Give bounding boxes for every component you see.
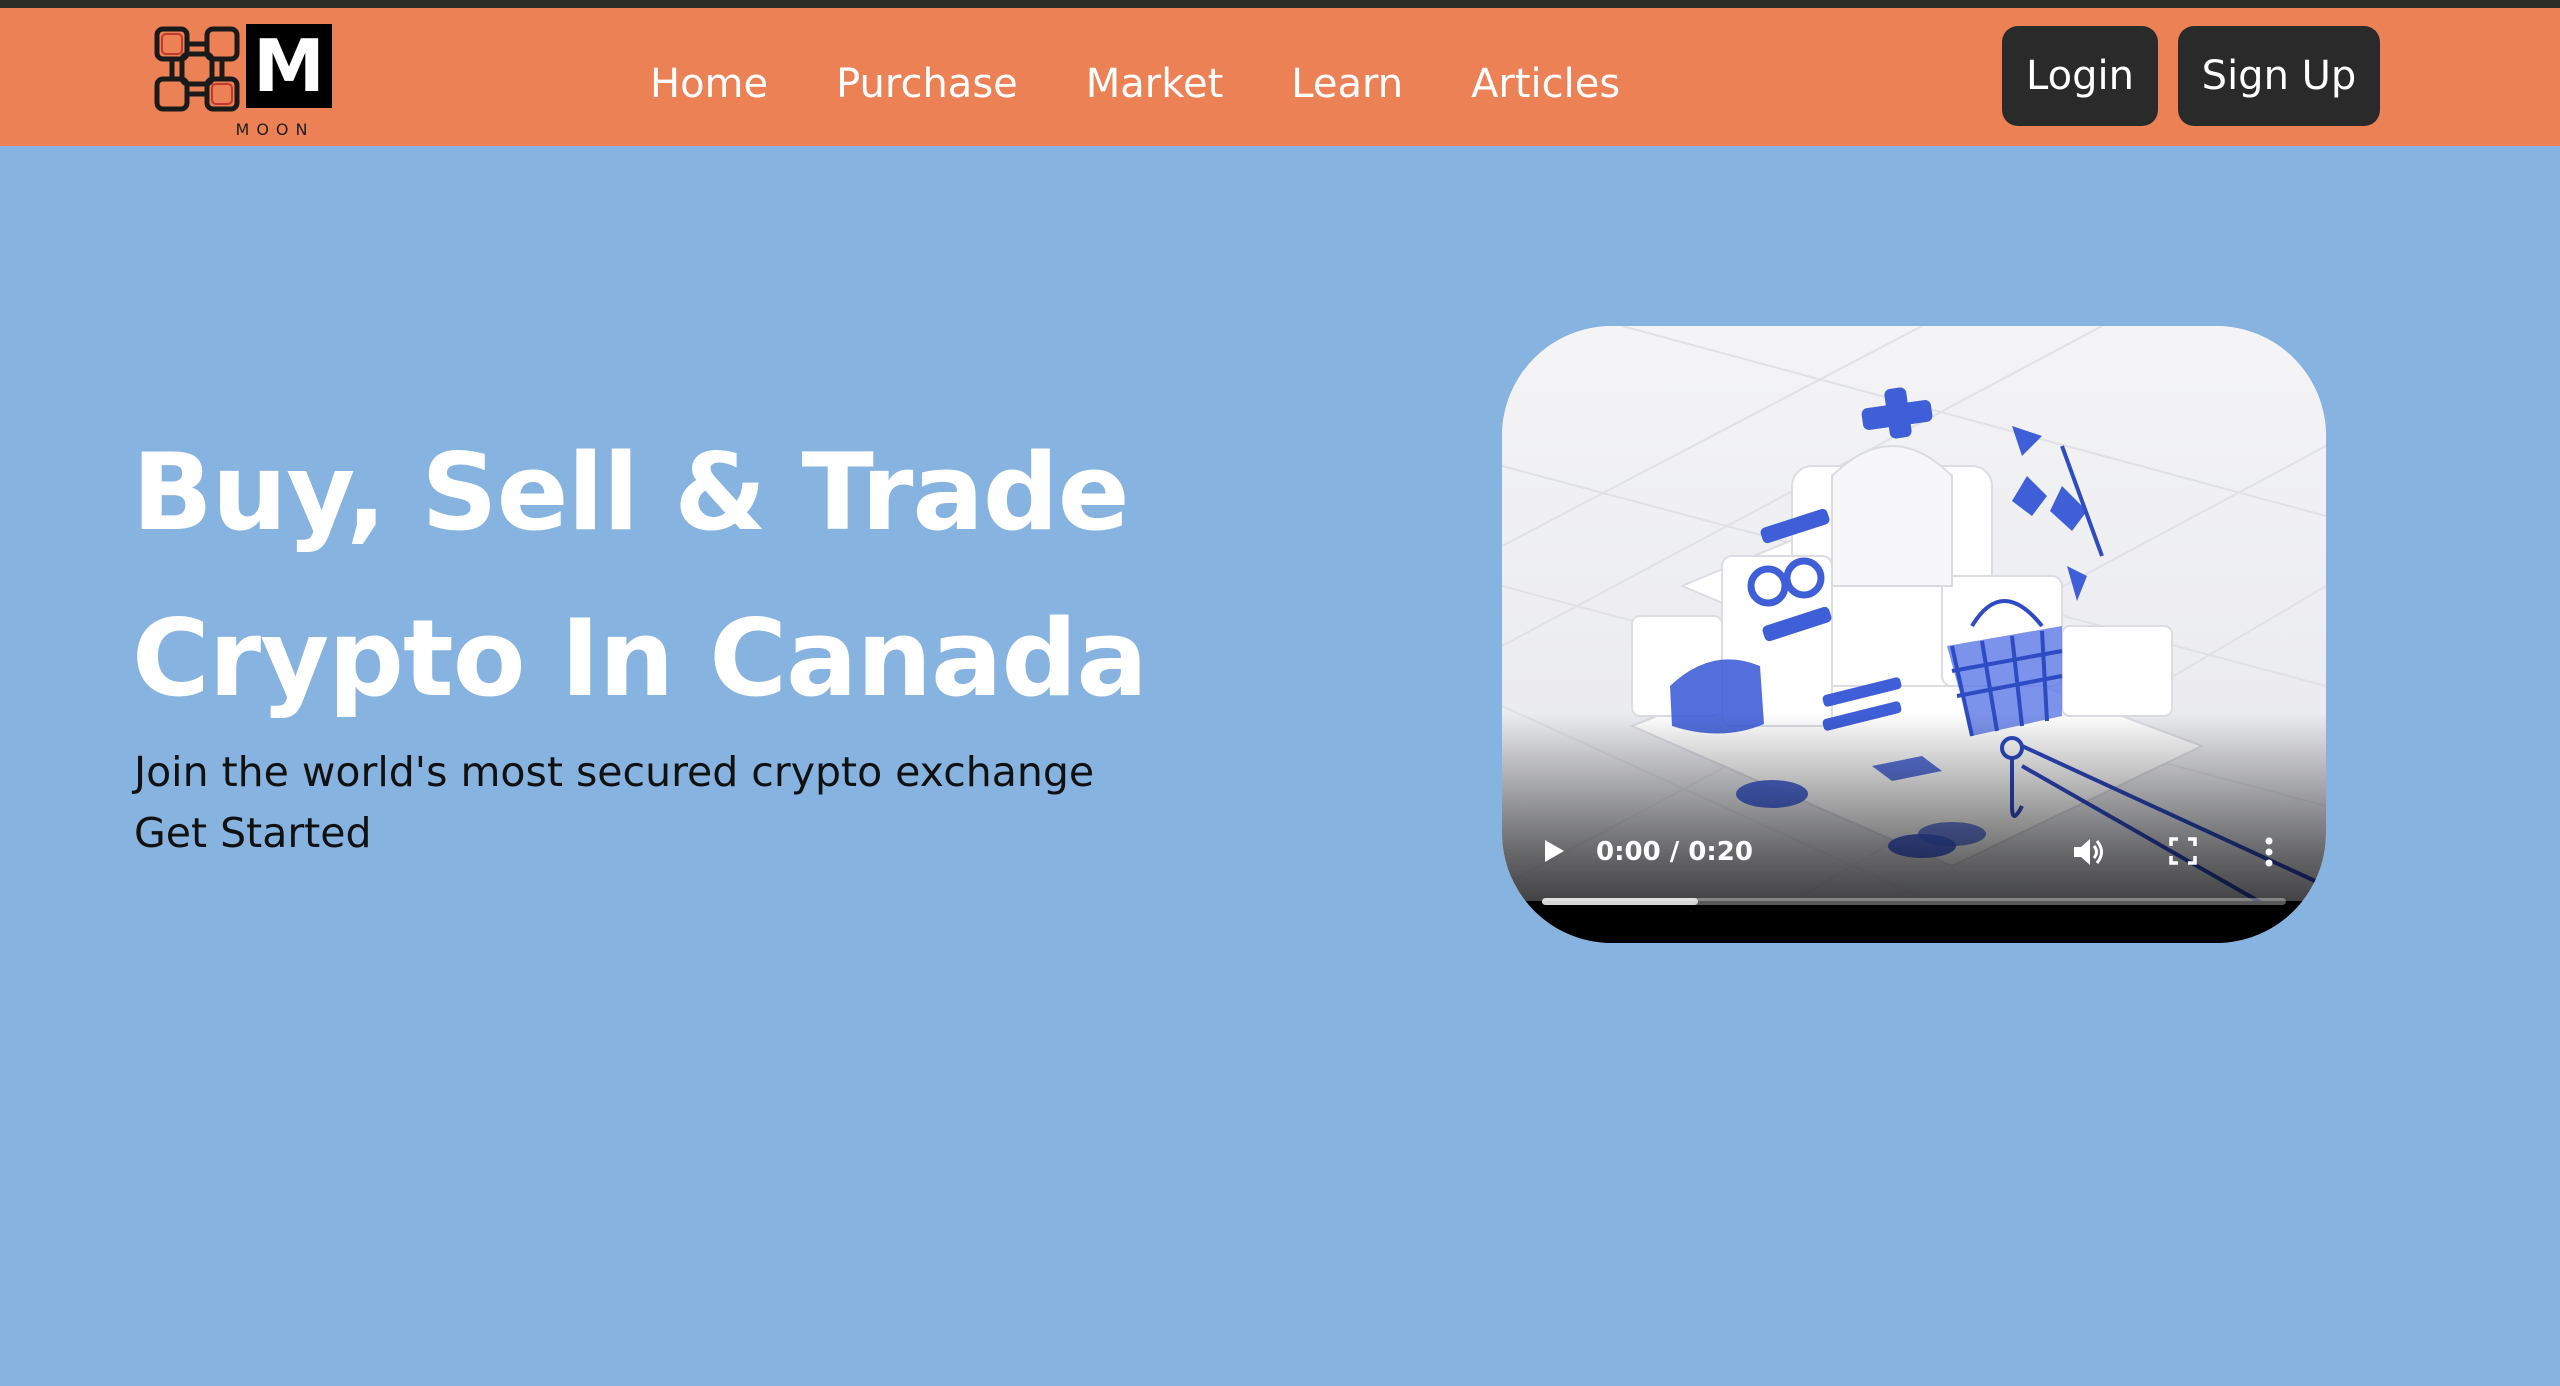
play-icon[interactable]: [1536, 834, 1570, 868]
login-button[interactable]: Login: [2002, 26, 2158, 126]
nav-market[interactable]: Market: [1086, 48, 1224, 120]
hero-title: Buy, Sell & Trade Crypto In Canada: [132, 410, 1252, 742]
video-time: 0:00 / 0:20: [1596, 837, 1753, 867]
logo-letter: M: [246, 24, 332, 108]
brand-logo[interactable]: M MOON: [152, 24, 336, 144]
nav-purchase[interactable]: Purchase: [836, 48, 1018, 120]
main-nav: Home Purchase Market Learn Articles: [650, 48, 1620, 120]
video-progress-bar[interactable]: [1542, 898, 2286, 905]
hero-video[interactable]: 0:00 / 0:20: [1502, 326, 2326, 943]
get-started-link[interactable]: Get Started: [134, 802, 372, 864]
hero-title-line-1: Buy, Sell & Trade: [132, 431, 1130, 554]
video-bottom-bar: [1502, 901, 2326, 943]
nav-home[interactable]: Home: [650, 48, 768, 120]
nav-learn[interactable]: Learn: [1291, 48, 1403, 120]
signup-button[interactable]: Sign Up: [2178, 26, 2380, 126]
more-options-icon[interactable]: [2254, 832, 2284, 872]
hero-subtitle: Join the world's most secured crypto exc…: [134, 748, 1095, 796]
top-strip: [0, 0, 2560, 8]
nav-articles[interactable]: Articles: [1471, 48, 1620, 120]
site-header: M MOON Home Purchase Market Learn Articl…: [0, 8, 2560, 146]
logo-wordmark: MOON: [235, 120, 315, 139]
video-buffered-fill: [1542, 898, 1699, 905]
volume-icon[interactable]: [2068, 832, 2108, 872]
logo-mark-icon: [154, 26, 240, 112]
fullscreen-icon[interactable]: [2166, 834, 2200, 868]
hero-title-line-2: Crypto In Canada: [132, 597, 1148, 720]
